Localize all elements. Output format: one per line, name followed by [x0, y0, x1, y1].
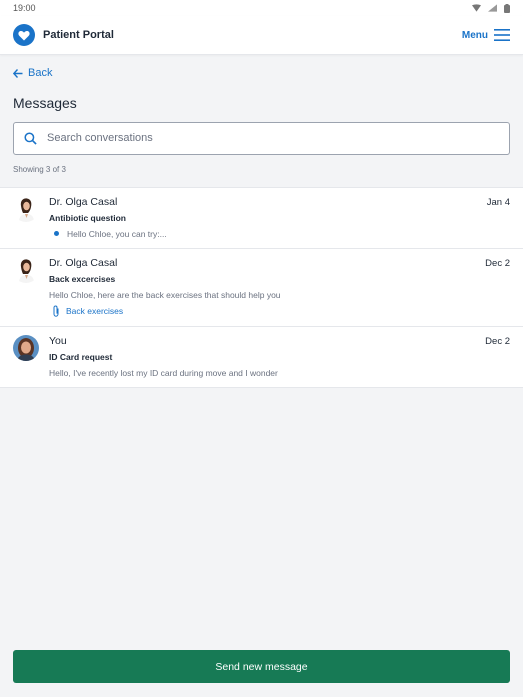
- back-link[interactable]: Back: [13, 67, 52, 79]
- search-input[interactable]: [47, 132, 499, 144]
- signal-icon: [488, 4, 497, 12]
- status-time: 19:00: [13, 3, 36, 13]
- menu-label: Menu: [461, 29, 488, 41]
- paperclip-icon: [53, 304, 59, 317]
- unread-dot-icon: [54, 231, 59, 236]
- attachment-label: Back exercises: [66, 305, 124, 316]
- status-bar: 19:00: [0, 0, 523, 16]
- search-icon: [24, 131, 37, 145]
- app-title: Patient Portal: [43, 29, 114, 41]
- results-count: Showing 3 of 3: [13, 164, 66, 174]
- battery-icon: [504, 3, 510, 13]
- conversation-item[interactable]: Dr. Olga Casal Dec 2 Back excercises Hel…: [0, 249, 523, 327]
- message-date: Dec 2: [485, 257, 510, 269]
- doctor-avatar: [13, 195, 39, 222]
- sender-name: Dr. Olga Casal: [49, 195, 118, 208]
- message-date: Jan 4: [486, 196, 510, 208]
- message-preview: Hello Chloe, here are the back exercises…: [49, 289, 281, 300]
- heart-logo-icon: [13, 24, 35, 46]
- message-subject: Back excercises: [49, 273, 116, 284]
- wifi-icon: [472, 4, 481, 12]
- patient-avatar: [13, 334, 39, 361]
- message-subject: ID Card request: [49, 351, 113, 362]
- doctor-avatar: [13, 256, 39, 283]
- app-header: Patient Portal Menu: [0, 16, 523, 55]
- sender-name: You: [49, 334, 67, 347]
- conversation-item[interactable]: You Dec 2 ID Card request Hello, I've re…: [0, 327, 523, 388]
- message-date: Dec 2: [485, 335, 510, 347]
- sender-name: Dr. Olga Casal: [49, 256, 118, 269]
- attachment-link[interactable]: Back exercises: [49, 304, 510, 317]
- search-box[interactable]: [13, 121, 510, 155]
- message-subject: Antibiotic question: [49, 212, 126, 223]
- conversation-list: Dr. Olga Casal Jan 4 Antibiotic question…: [0, 186, 523, 388]
- back-label: Back: [28, 67, 53, 79]
- page-title: Messages: [13, 94, 77, 111]
- send-new-message-button[interactable]: Send new message: [13, 650, 510, 683]
- message-preview: Hello Chloe, you can try:...: [67, 228, 167, 239]
- menu-button[interactable]: Menu: [462, 29, 510, 41]
- brand: Patient Portal: [13, 24, 114, 46]
- arrow-left-icon: [13, 68, 23, 78]
- message-preview: Hello, I've recently lost my ID card dur…: [49, 367, 278, 378]
- conversation-item[interactable]: Dr. Olga Casal Jan 4 Antibiotic question…: [0, 188, 523, 249]
- main-content: Back Messages Showing 3 of 3: [0, 55, 523, 174]
- hamburger-icon: [494, 29, 510, 41]
- message-preview-row: Hello Chloe, you can try:...: [49, 229, 510, 239]
- status-icons: [472, 3, 510, 13]
